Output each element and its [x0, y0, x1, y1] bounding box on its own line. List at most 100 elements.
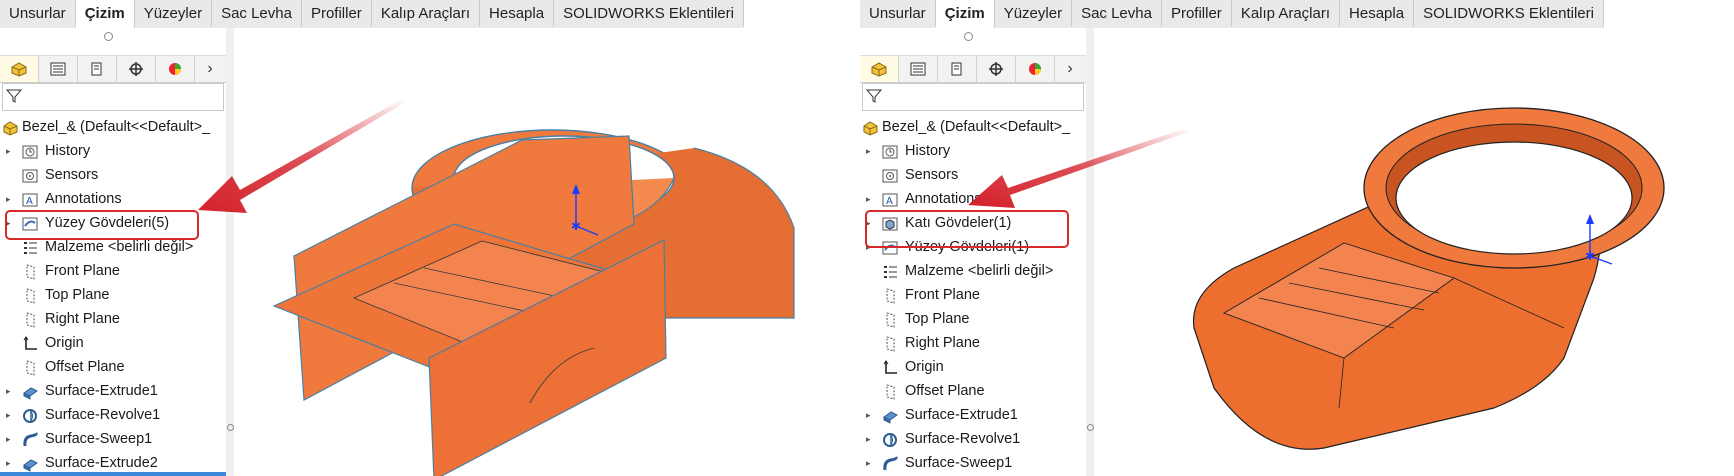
tree-item-label: Annotations — [905, 191, 982, 207]
tree-item-label: Surface-Extrude1 — [45, 383, 158, 399]
tree-item[interactable]: Top Plane — [860, 307, 1086, 331]
tree-item-label: Surface-Revolve1 — [45, 407, 161, 423]
more-managers-chevron-icon[interactable]: › — [195, 56, 225, 82]
property-manager-icon[interactable] — [39, 56, 78, 82]
tab-unsurlar[interactable]: Unsurlar — [0, 0, 76, 27]
tree-item[interactable]: Right Plane — [0, 307, 226, 331]
more-managers-chevron-icon[interactable]: › — [1055, 56, 1085, 82]
highlight-box-solid-bodies — [865, 210, 1069, 248]
tree-item-label: History — [45, 143, 91, 159]
tree-item[interactable]: Sensors — [0, 163, 226, 187]
filter-box[interactable] — [2, 83, 224, 111]
tree-item[interactable]: ▸ Surface-Extrude1 — [0, 379, 226, 403]
tab-sac-levha[interactable]: Sac Levha — [212, 0, 302, 27]
tab-sac-levha[interactable]: Sac Levha — [1072, 0, 1162, 27]
highlight-box-surface-bodies — [5, 210, 199, 240]
tree-item[interactable]: Top Plane — [0, 283, 226, 307]
tree-item-label: Surface-Sweep1 — [45, 431, 153, 447]
tree-item[interactable]: ▸ A Annotations — [0, 187, 226, 211]
panel-splitter[interactable] — [226, 28, 234, 476]
tree-item-label: Top Plane — [45, 287, 110, 303]
tree-item[interactable]: ▸ Surface-Sweep1 — [0, 427, 226, 451]
property-manager-icon[interactable] — [899, 56, 938, 82]
tree-item[interactable]: Offset Plane — [860, 379, 1086, 403]
expand-arrow-icon[interactable]: ▸ — [866, 451, 874, 475]
solid-body-model: ✱ — [1192, 107, 1665, 450]
surface-extrude-icon — [22, 383, 39, 400]
tree-item[interactable]: ▸ A Annotations — [860, 187, 1086, 211]
tree-item[interactable]: Sensors — [860, 163, 1086, 187]
feature-manager-icon[interactable] — [860, 56, 899, 82]
tab-profiller[interactable]: Profiller — [301, 0, 372, 27]
plane-icon — [882, 335, 899, 352]
expand-arrow-icon[interactable]: ▸ — [866, 187, 874, 211]
feature-tree: Bezel_& (Default<<Default>_ ▸ History Senso… — [0, 115, 226, 475]
dimxpert-icon[interactable] — [977, 56, 1016, 82]
tree-item[interactable]: Front Plane — [0, 259, 226, 283]
expand-arrow-icon[interactable]: ▸ — [6, 139, 14, 163]
tree-item[interactable]: Front Plane — [860, 283, 1086, 307]
tree-item[interactable]: Origin — [860, 355, 1086, 379]
tree-item-label: Surface-Sweep1 — [905, 455, 1013, 471]
tree-item-label: Bezel_& (Default<<Default>_ — [882, 119, 1071, 135]
tree-item-label: Origin — [905, 359, 944, 375]
tab-kalip-araclari[interactable]: Kalıp Araçları — [1231, 0, 1341, 27]
tree-item-label: Offset Plane — [45, 359, 125, 375]
tab-kalip-araclari[interactable]: Kalıp Araçları — [371, 0, 481, 27]
configuration-manager-icon[interactable] — [938, 56, 977, 82]
tree-item[interactable]: ▸ History — [0, 139, 226, 163]
expand-arrow-icon[interactable]: ▸ — [6, 427, 14, 451]
tree-item[interactable]: Bezel_& (Default<<Default>_ — [0, 115, 226, 139]
tree-item[interactable]: ▸ Surface-Revolve1 — [0, 403, 226, 427]
expand-arrow-icon[interactable]: ▸ — [6, 187, 14, 211]
tree-item[interactable]: Right Plane — [860, 331, 1086, 355]
tab-profiller[interactable]: Profiller — [1161, 0, 1232, 27]
filter-box[interactable] — [862, 83, 1084, 111]
configuration-manager-icon[interactable] — [78, 56, 117, 82]
display-manager-icon[interactable] — [1016, 56, 1055, 82]
graphics-viewport[interactable]: ✱ — [234, 28, 856, 476]
svg-text:A: A — [26, 196, 33, 207]
svg-text:✱: ✱ — [1585, 249, 1595, 263]
tree-item[interactable]: ▸ Surface-Extrude1 — [860, 403, 1086, 427]
right-screenshot-panel: Unsurlar Çizim Yüzeyler Sac Levha Profil… — [860, 0, 1734, 476]
panel-grip-handle[interactable] — [104, 32, 113, 41]
tab-solidworks-eklentileri[interactable]: SOLIDWORKS Eklentileri — [1414, 0, 1604, 27]
plane-icon — [22, 263, 39, 280]
tree-item[interactable]: ▸ Surface-Revolve1 — [860, 427, 1086, 451]
dimxpert-icon[interactable] — [117, 56, 156, 82]
tab-yuzeyler[interactable]: Yüzeyler — [994, 0, 1073, 27]
tab-hesapla[interactable]: Hesapla — [480, 0, 555, 27]
feature-manager-icon[interactable] — [0, 56, 39, 82]
tab-cizim[interactable]: Çizim — [935, 0, 995, 28]
tree-item[interactable]: Malzeme <belirli değil> — [860, 259, 1086, 283]
material-icon — [882, 263, 899, 279]
history-icon — [22, 143, 39, 159]
tab-cizim[interactable]: Çizim — [75, 0, 135, 28]
tree-item-label: Front Plane — [45, 263, 120, 279]
plane-icon — [882, 383, 899, 400]
tree-item-label: Sensors — [905, 167, 959, 183]
tree-item[interactable]: Offset Plane — [0, 355, 226, 379]
tab-unsurlar[interactable]: Unsurlar — [860, 0, 936, 27]
display-manager-icon[interactable] — [156, 56, 195, 82]
panel-splitter[interactable] — [1086, 28, 1094, 476]
tree-item-label: History — [905, 143, 951, 159]
command-manager-tabs: Unsurlar Çizim Yüzeyler Sac Levha Profil… — [0, 0, 744, 29]
tab-hesapla[interactable]: Hesapla — [1340, 0, 1415, 27]
expand-arrow-icon[interactable]: ▸ — [866, 427, 874, 451]
expand-arrow-icon[interactable]: ▸ — [6, 403, 14, 427]
tab-yuzeyler[interactable]: Yüzeyler — [134, 0, 213, 27]
tree-item[interactable]: Bezel_& (Default<<Default>_ — [860, 115, 1086, 139]
tree-item[interactable]: Origin — [0, 331, 226, 355]
panel-bottom-accent — [0, 472, 226, 476]
expand-arrow-icon[interactable]: ▸ — [6, 379, 14, 403]
tree-item[interactable]: ▸ Surface-Sweep1 — [860, 451, 1086, 475]
tab-solidworks-eklentileri[interactable]: SOLIDWORKS Eklentileri — [554, 0, 744, 27]
panel-grip-handle[interactable] — [964, 32, 973, 41]
graphics-viewport[interactable]: ✱ — [1094, 28, 1734, 476]
tree-item[interactable]: ▸ History — [860, 139, 1086, 163]
tree-item-label: Origin — [45, 335, 84, 351]
expand-arrow-icon[interactable]: ▸ — [866, 403, 874, 427]
expand-arrow-icon[interactable]: ▸ — [866, 139, 874, 163]
